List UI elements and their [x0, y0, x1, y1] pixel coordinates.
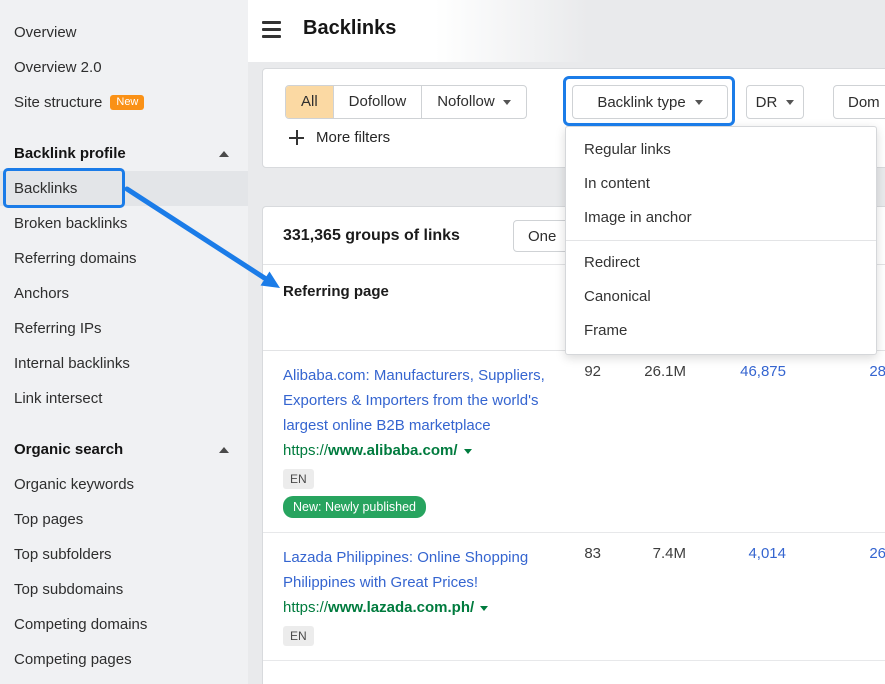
- sidebar-item-competing-pages[interactable]: Competing pages: [0, 642, 248, 677]
- menu-item-frame[interactable]: Frame: [566, 314, 876, 348]
- chevron-down-icon[interactable]: [464, 449, 472, 454]
- sidebar-section-backlink-profile[interactable]: Backlink profile: [0, 136, 248, 171]
- traffic-value: 7.4M: [626, 545, 686, 562]
- sidebar-section-organic-search[interactable]: Organic search: [0, 432, 248, 467]
- filter-dofollow-button[interactable]: Dofollow: [334, 86, 423, 118]
- sidebar-item-top-pages[interactable]: Top pages: [0, 502, 248, 537]
- referring-page-title-link[interactable]: Alibaba.com: Manufacturers, Suppliers, E…: [283, 363, 568, 438]
- url-scheme: https://www.alibaba.com/: [283, 438, 458, 463]
- sidebar-item-internal-backlinks[interactable]: Internal backlinks: [0, 346, 248, 381]
- sidebar-item-site-structure[interactable]: Site structureNew: [0, 85, 248, 120]
- sidebar-item-overview[interactable]: Overview: [0, 15, 248, 50]
- sidebar-item-link-intersect[interactable]: Link intersect: [0, 381, 248, 416]
- chevron-down-icon: [695, 100, 703, 105]
- menu-item-redirect[interactable]: Redirect: [566, 246, 876, 280]
- menu-item-image-in-anchor[interactable]: Image in anchor: [566, 201, 876, 235]
- links-count-link[interactable]: 4,014: [714, 545, 786, 562]
- menu-item-regular-links[interactable]: Regular links: [566, 133, 876, 167]
- linked-domains-link[interactable]: 28: [842, 363, 885, 380]
- groups-of-links-count: 331,365 groups of links: [283, 207, 460, 265]
- collapse-up-icon[interactable]: [219, 151, 229, 157]
- backlink-type-dropdown-button[interactable]: Backlink type: [572, 85, 728, 119]
- chevron-down-icon: [503, 100, 511, 105]
- follow-segmented-control: All Dofollow Nofollow: [285, 85, 527, 119]
- url-scheme: https://www.lazada.com.ph/: [283, 595, 474, 620]
- backlink-type-menu: Regular links In content Image in anchor…: [565, 126, 877, 355]
- plus-icon: [289, 130, 304, 145]
- chevron-down-icon[interactable]: [480, 606, 488, 611]
- sidebar-item-competing-domains[interactable]: Competing domains: [0, 607, 248, 642]
- menu-item-canonical[interactable]: Canonical: [566, 280, 876, 314]
- table-row: Alibaba.com: Manufacturers, Suppliers, E…: [263, 351, 885, 533]
- chevron-down-icon: [786, 100, 794, 105]
- more-filters-button[interactable]: More filters: [289, 129, 390, 146]
- menu-icon[interactable]: [262, 21, 281, 38]
- collapse-up-icon[interactable]: [219, 447, 229, 453]
- main-header-background: [248, 0, 588, 62]
- domain-filter-button[interactable]: Dom: [833, 85, 885, 119]
- sidebar-item-anchors[interactable]: Anchors: [0, 276, 248, 311]
- page-title: Backlinks: [303, 17, 396, 40]
- divider: [566, 240, 876, 241]
- referring-page-url[interactable]: https://www.lazada.com.ph/: [283, 595, 885, 620]
- language-badge: EN: [283, 626, 314, 646]
- dr-value: 92: [561, 363, 601, 380]
- language-badge: EN: [283, 469, 314, 489]
- menu-item-in-content[interactable]: In content: [566, 167, 876, 201]
- sidebar-item-top-subdomains[interactable]: Top subdomains: [0, 572, 248, 607]
- app-window: Overview Overview 2.0 Site structureNew …: [0, 0, 885, 684]
- dr-filter-button[interactable]: DR: [746, 85, 804, 119]
- newly-published-badge: New: Newly published: [283, 496, 426, 518]
- links-count-link[interactable]: 46,875: [714, 363, 786, 380]
- filter-all-button[interactable]: All: [286, 86, 334, 118]
- filter-nofollow-button[interactable]: Nofollow: [422, 86, 526, 118]
- dr-value: 83: [561, 545, 601, 562]
- new-badge: New: [110, 95, 144, 110]
- sidebar-item-referring-domains[interactable]: Referring domains: [0, 241, 248, 276]
- sidebar-item-organic-keywords[interactable]: Organic keywords: [0, 467, 248, 502]
- sidebar-item-top-subfolders[interactable]: Top subfolders: [0, 537, 248, 572]
- referring-page-title-link[interactable]: Lazada Philippines: Online Shopping Phil…: [283, 545, 568, 595]
- table-row: Lazada Philippines: Online Shopping Phil…: [263, 533, 885, 661]
- sidebar-item-overview-2[interactable]: Overview 2.0: [0, 50, 248, 85]
- sidebar-item-backlinks[interactable]: Backlinks: [0, 171, 248, 206]
- sidebar-item-broken-backlinks[interactable]: Broken backlinks: [0, 206, 248, 241]
- column-header-referring-page[interactable]: Referring page: [283, 283, 389, 300]
- linked-domains-link[interactable]: 26: [842, 545, 885, 562]
- referring-page-url[interactable]: https://www.alibaba.com/: [283, 438, 885, 463]
- sidebar: Overview Overview 2.0 Site structureNew …: [0, 0, 248, 684]
- sidebar-item-referring-ips[interactable]: Referring IPs: [0, 311, 248, 346]
- traffic-value: 26.1M: [626, 363, 686, 380]
